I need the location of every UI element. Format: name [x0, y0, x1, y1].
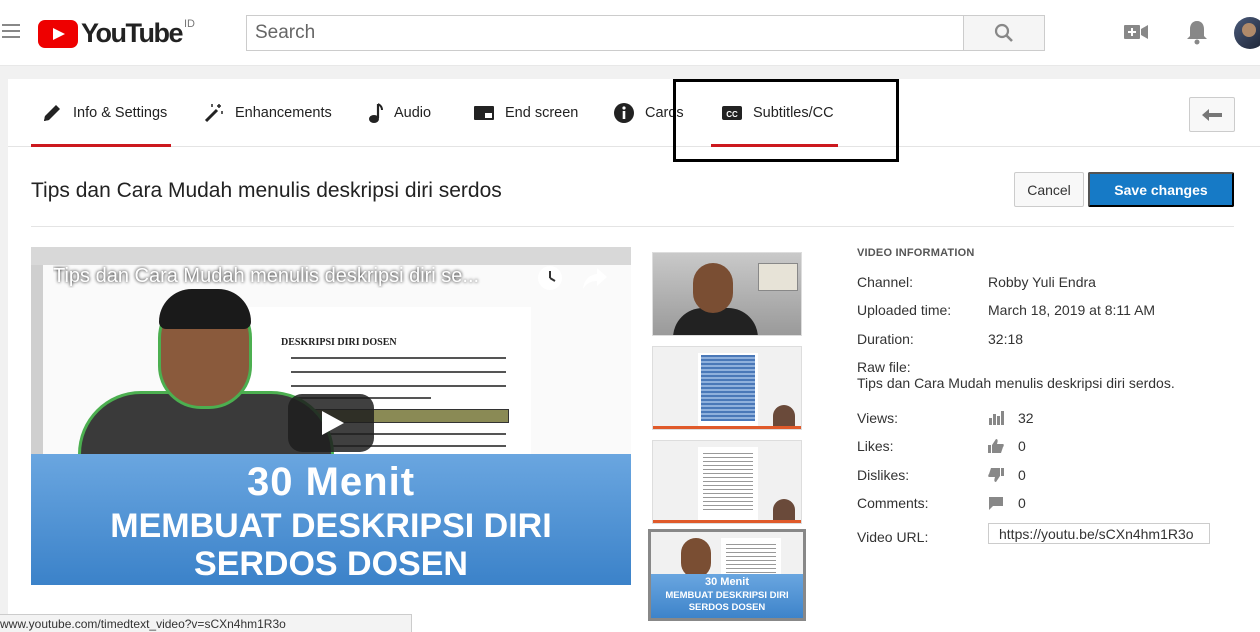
tab-audio[interactable]: Audio: [366, 79, 431, 147]
tab-enhancements[interactable]: Enhancements: [203, 79, 332, 147]
notifications-bell-icon[interactable]: [1185, 19, 1209, 45]
thumbnail-highlighted-text: [701, 355, 755, 421]
logo-country: ID: [183, 17, 195, 30]
duration-value: 32:18: [988, 331, 1024, 347]
channel-label: Channel:: [857, 274, 914, 290]
thumbnail-person: [693, 263, 733, 313]
create-video-icon[interactable]: [1123, 20, 1149, 44]
tab-info-settings[interactable]: Info & Settings: [31, 79, 171, 147]
thumbnail-text-lines: [703, 453, 753, 513]
tab-label: Enhancements: [235, 105, 332, 121]
thumbnail-banner-line-2: MEMBUAT DESKRIPSI DIRI: [665, 590, 789, 601]
annotation-highlight-box: [673, 79, 899, 162]
thumbs-down-icon: [988, 468, 1004, 482]
cancel-button[interactable]: Cancel: [1014, 172, 1084, 207]
account-avatar[interactable]: [1234, 17, 1260, 49]
presenter-hair: [159, 289, 251, 329]
divider: [31, 226, 1234, 227]
uploaded-time-value: March 18, 2019 at 8:11 AM: [988, 302, 1156, 318]
thumbnail-person: [681, 538, 711, 578]
search-input[interactable]: [246, 15, 963, 51]
thumbnail-taskbar: [653, 426, 801, 429]
youtube-logo[interactable]: YouTube ID: [38, 18, 195, 49]
banner-line-2: MEMBUAT DESKRIPSI DIRI: [110, 507, 552, 545]
bar-chart-icon: [988, 411, 1004, 425]
video-url-field[interactable]: [988, 523, 1210, 544]
likes-value: 0: [1018, 438, 1026, 454]
back-button[interactable]: [1189, 97, 1235, 132]
logo-text: YouTube: [81, 18, 183, 48]
thumbnail-option-1[interactable]: [652, 252, 802, 336]
banner-line-1: 30 Menit: [246, 460, 416, 504]
video-information-heading: VIDEO INFORMATION: [857, 247, 975, 259]
pencil-icon: [41, 102, 63, 124]
play-button[interactable]: [288, 394, 374, 452]
raw-file-label: Raw file:: [857, 359, 911, 375]
search-icon: [994, 23, 1013, 42]
video-player[interactable]: DESKRIPSI DIRI DOSEN Tips dan Cara Mudah…: [31, 247, 631, 585]
dislikes-value: 0: [1018, 467, 1026, 483]
menu-icon[interactable]: [2, 24, 20, 38]
watch-later-clock-icon[interactable]: [536, 264, 564, 292]
views-value: 32: [1018, 410, 1034, 426]
raw-file-value: Tips dan Cara Mudah menulis deskripsi di…: [857, 375, 1175, 391]
banner-line-3: SERDOS DOSEN: [194, 545, 468, 583]
dislikes-label: Dislikes:: [857, 467, 910, 483]
search-bar: [246, 15, 1046, 51]
video-url-label: Video URL:: [857, 529, 929, 545]
comments-value: 0: [1018, 495, 1026, 511]
search-button[interactable]: [963, 15, 1045, 51]
thumbs-up-icon: [988, 439, 1004, 453]
tab-label: Info & Settings: [73, 105, 168, 121]
editor-tabs: Info & Settings Enhancements Audio End s…: [8, 79, 1260, 162]
likes-label: Likes:: [857, 438, 894, 454]
player-overlay-title[interactable]: Tips dan Cara Mudah menulis deskripsi di…: [53, 265, 533, 288]
video-information-panel: VIDEO INFORMATION Channel: Robby Yuli En…: [857, 247, 1247, 545]
channel-value[interactable]: Robby Yuli Endra: [988, 274, 1096, 290]
video-editor-card: Info & Settings Enhancements Audio End s…: [8, 79, 1260, 632]
browser-status-bar: www.youtube.com/timedtext_video?v=sCXn4h…: [0, 614, 412, 632]
thumbnail-option-3[interactable]: [652, 440, 802, 524]
end-screen-icon: [473, 104, 495, 122]
thumbnail-taskbar: [653, 520, 801, 523]
comments-label: Comments:: [857, 495, 929, 511]
uploaded-time-label: Uploaded time:: [857, 302, 952, 318]
tab-label: End screen: [505, 105, 579, 121]
views-label: Views:: [857, 410, 898, 426]
thumbnail-option-4-selected[interactable]: 30 Menit MEMBUAT DESKRIPSI DIRI SERDOS D…: [648, 529, 806, 621]
comment-bubble-icon: [988, 496, 1004, 510]
thumbnail-screen: [758, 263, 798, 291]
thumbnail-option-2[interactable]: [652, 346, 802, 430]
duration-label: Duration:: [857, 331, 914, 347]
page-title: Tips dan Cara Mudah menulis deskripsi di…: [31, 179, 502, 202]
info-circle-icon: [613, 102, 635, 124]
save-changes-button[interactable]: Save changes: [1088, 172, 1234, 207]
share-arrow-icon[interactable]: [581, 264, 609, 292]
thumbnail-banner-line-3: SERDOS DOSEN: [688, 602, 766, 613]
top-bar: YouTube ID: [0, 0, 1260, 66]
tab-end-screen[interactable]: End screen: [473, 79, 578, 147]
music-note-icon: [366, 102, 384, 124]
back-arrow-icon: [1202, 108, 1222, 121]
youtube-play-logo-icon: [38, 19, 78, 48]
tab-label: Audio: [394, 105, 432, 121]
raw-file-row: Raw file: Tips dan Cara Mudah menulis de…: [857, 359, 1175, 391]
thumbnail-banner-line-1: 30 Menit: [704, 576, 749, 588]
magic-wand-icon: [203, 102, 225, 124]
